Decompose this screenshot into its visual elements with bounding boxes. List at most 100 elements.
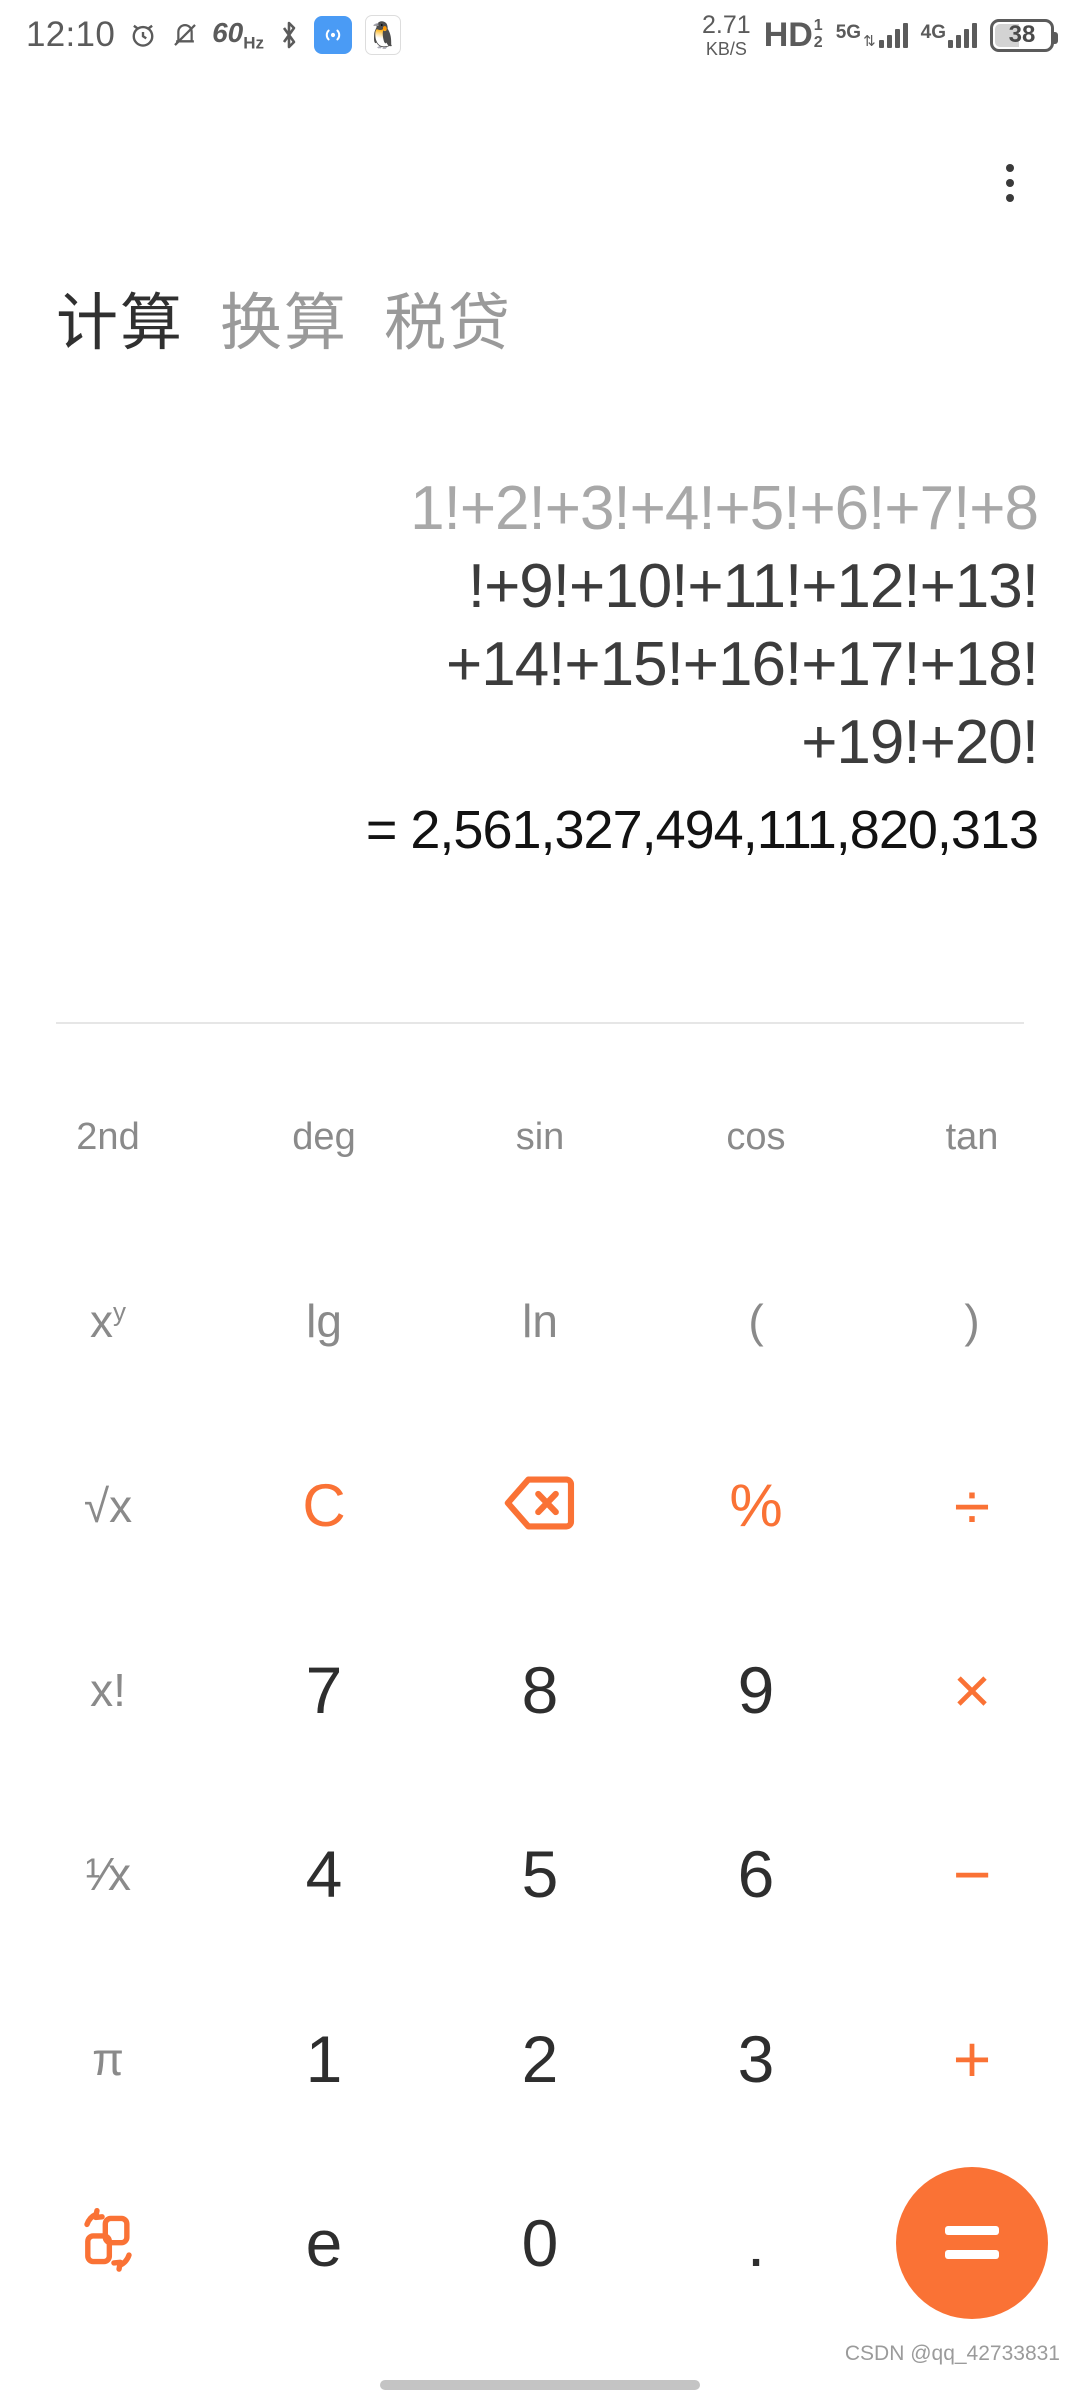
navigation-handle[interactable] — [380, 2380, 700, 2390]
key-backspace[interactable] — [432, 1414, 648, 1598]
bluetooth-icon — [277, 19, 301, 51]
key-deg[interactable]: deg — [216, 1045, 432, 1229]
key-3[interactable]: 3 — [648, 1966, 864, 2150]
key-9-label: 9 — [737, 1652, 775, 1727]
key-cos[interactable]: cos — [648, 1045, 864, 1229]
key-log10[interactable]: lg — [216, 1229, 432, 1413]
tab-convert[interactable]: 换算 — [220, 272, 348, 362]
network-speed-indicator: 2.71 KB/S — [702, 10, 751, 59]
status-bar-right: 2.71 KB/S HD 1 2 5G ⇅ 4G 38 — [702, 10, 1058, 59]
battery-icon: 38 — [990, 18, 1058, 52]
key-6[interactable]: 6 — [648, 1782, 864, 1966]
key-reciprocal[interactable]: ¹⁄x — [0, 1782, 216, 1966]
sim1-signal-icon: 5G ⇅ — [836, 22, 908, 50]
key-6-label: 6 — [737, 1837, 775, 1912]
key-tan-label: tan — [945, 1115, 999, 1158]
key-e[interactable]: e — [216, 2151, 432, 2335]
status-bar-left: 12:10 60Hz 🐧 — [26, 15, 402, 55]
key-5[interactable]: 5 — [432, 1782, 648, 1966]
key-paren-close[interactable]: ) — [864, 1229, 1080, 1413]
key-deg-label: deg — [292, 1115, 356, 1158]
key-5-label: 5 — [521, 1837, 559, 1912]
signal-bars-1 — [878, 22, 908, 48]
key-reciprocal-label: ¹⁄x — [85, 1848, 131, 1901]
key-factorial[interactable]: x! — [0, 1598, 216, 1782]
key-4-label: 4 — [305, 1837, 343, 1912]
key-sin-label: sin — [515, 1115, 565, 1158]
key-8[interactable]: 8 — [432, 1598, 648, 1782]
key-decimal-label: . — [746, 2205, 766, 2280]
backspace-icon — [502, 1472, 578, 1539]
key-clear[interactable]: C — [216, 1414, 432, 1598]
key-2[interactable]: 2 — [432, 1966, 648, 2150]
key-ln[interactable]: ln — [432, 1229, 648, 1413]
key-cos-label: cos — [726, 1115, 786, 1158]
key-sqrt[interactable]: √x — [0, 1414, 216, 1598]
key-divide-label: ÷ — [953, 1468, 991, 1543]
key-ln-label: ln — [522, 1295, 558, 1348]
qq-penguin-icon: 🐧 — [365, 15, 402, 55]
key-e-label: e — [305, 2205, 343, 2280]
overflow-menu-icon[interactable] — [982, 155, 1038, 211]
expression-line-3: +14!+15!+16!+17!+18! — [446, 630, 1039, 699]
equals-icon — [945, 2226, 999, 2260]
key-4[interactable]: 4 — [216, 1782, 432, 1966]
key-sqrt-label: √x — [83, 1479, 133, 1532]
key-minus[interactable]: − — [864, 1782, 1080, 1966]
key-7[interactable]: 7 — [216, 1598, 432, 1782]
key-sin[interactable]: sin — [432, 1045, 648, 1229]
result-value: = 2,561,327,494,111,820,313 — [365, 800, 1039, 860]
display-divider — [56, 1022, 1024, 1024]
data-transfer-arrows-icon: ⇅ — [863, 33, 876, 50]
key-factorial-label: x! — [90, 1663, 126, 1716]
watermark: CSDN @qq_42733831 — [844, 2342, 1060, 2365]
expression-line-4: +19!+20! — [801, 708, 1039, 777]
key-swap-mode[interactable] — [0, 2151, 216, 2335]
key-2nd[interactable]: 2nd — [0, 1045, 216, 1229]
key-minus-label: − — [952, 1837, 992, 1912]
key-power[interactable]: xy — [0, 1229, 216, 1413]
key-clear-label: C — [302, 1472, 346, 1540]
refresh-rate-indicator: 60Hz — [212, 16, 265, 53]
equals-button-circle[interactable] — [896, 2166, 1048, 2319]
key-power-label: xy — [90, 1295, 126, 1348]
key-multiply-label: × — [952, 1652, 992, 1727]
key-2nd-label: 2nd — [76, 1115, 140, 1158]
key-0-label: 0 — [521, 2205, 559, 2280]
key-percent-label: % — [729, 1472, 783, 1540]
key-divide[interactable]: ÷ — [864, 1414, 1080, 1598]
key-9[interactable]: 9 — [648, 1598, 864, 1782]
calculator-screen: 12:10 60Hz 🐧 2.71 KB/S HD 1 2 5G ⇅ 4G 38… — [0, 0, 1080, 2400]
key-paren-open[interactable]: ( — [648, 1229, 864, 1413]
expression-line-1: 1!+2!+3!+4!+5!+6!+7!+8 — [410, 474, 1039, 543]
key-decimal[interactable]: . — [648, 2151, 864, 2335]
sim2-signal-icon: 4G — [921, 22, 977, 48]
key-2-label: 2 — [521, 2021, 559, 2096]
key-pi[interactable]: π — [0, 1966, 216, 2150]
key-plus-label: + — [952, 2021, 992, 2096]
hotspot-icon — [314, 16, 353, 54]
key-1[interactable]: 1 — [216, 1966, 432, 2150]
calculator-display[interactable]: 1!+2!+3!+4!+5!+6!+7!+8 !+9!+10!+11!+12!+… — [0, 470, 1080, 866]
key-1-label: 1 — [305, 2021, 343, 2096]
keypad: 2nd deg sin cos tan xy lg ln () √x C% ÷ x! 7 8 9 × ¹⁄x 4 5 6… — [0, 1045, 1080, 2335]
key-7-label: 7 — [305, 1652, 343, 1727]
key-paren-open-label: ( — [748, 1295, 764, 1348]
key-paren-close-label: ) — [964, 1295, 980, 1348]
key-pi-label: π — [92, 2032, 124, 2085]
signal-bars-2 — [948, 22, 977, 48]
bell-muted-icon — [171, 20, 199, 50]
key-tan[interactable]: tan — [864, 1045, 1080, 1229]
key-equals[interactable] — [864, 2151, 1080, 2335]
tab-tax-loan[interactable]: 税贷 — [384, 272, 512, 362]
tab-calculate[interactable]: 计算 — [56, 272, 184, 362]
status-bar: 12:10 60Hz 🐧 2.71 KB/S HD 1 2 5G ⇅ 4G 38 — [0, 0, 1080, 70]
key-0[interactable]: 0 — [432, 2151, 648, 2335]
volte-hd-icon: HD 1 2 — [763, 15, 823, 54]
key-8-label: 8 — [521, 1652, 559, 1727]
key-multiply[interactable]: × — [864, 1598, 1080, 1782]
alarm-clock-icon — [128, 20, 158, 50]
swap-layout-icon — [73, 2205, 143, 2280]
key-percent[interactable]: % — [648, 1414, 864, 1598]
key-plus[interactable]: + — [864, 1966, 1080, 2150]
